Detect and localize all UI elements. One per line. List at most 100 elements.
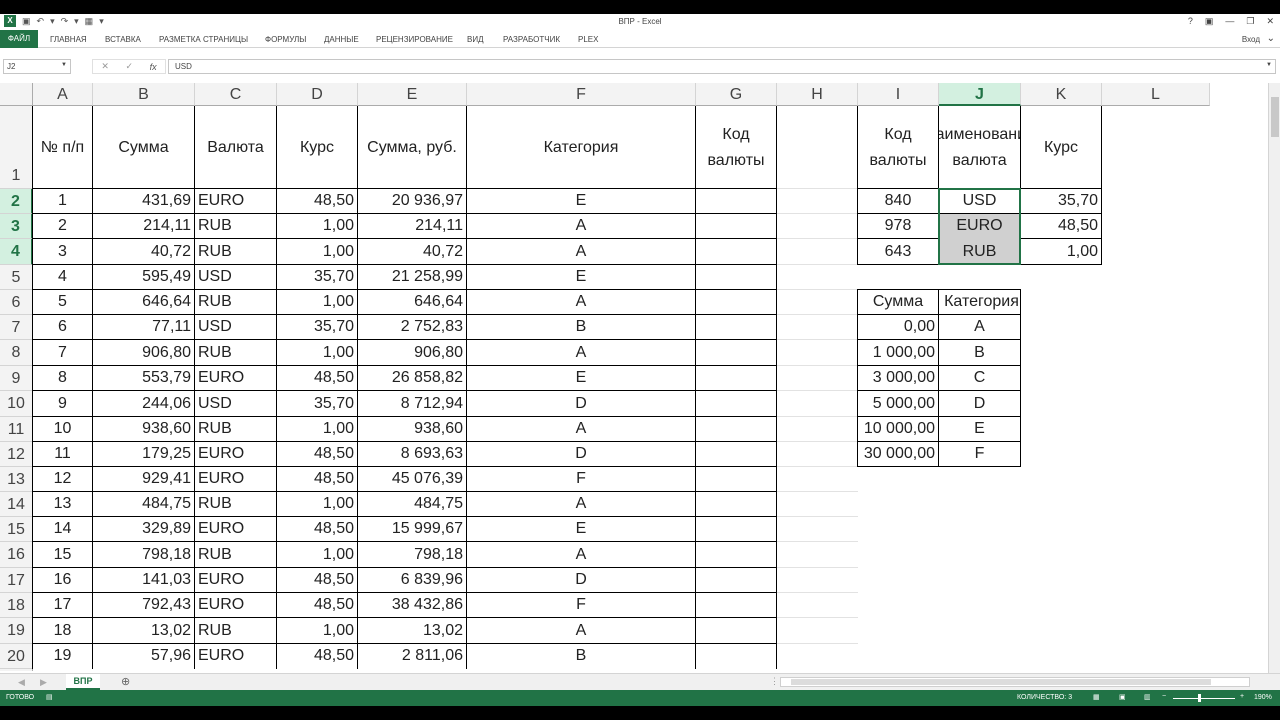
category-cell[interactable]: 30 000,00 (858, 442, 938, 467)
main-cell[interactable]: E (467, 517, 695, 542)
spreadsheet-grid[interactable]: A B C D E F G H I J K L 1 2 3 4 5 6 7 8 9 10 11 12 13 14 15 16 17 18 1… (0, 83, 1268, 671)
select-all-corner[interactable] (0, 83, 33, 106)
main-cell[interactable]: 16 (33, 568, 92, 593)
main-cell[interactable]: 6 839,96 (358, 568, 466, 593)
currency-cell[interactable]: 840 (858, 189, 938, 214)
row-header-13[interactable]: 13 (0, 467, 33, 492)
category-cell[interactable]: B (939, 340, 1020, 366)
currency-cell[interactable]: 35,70 (1021, 189, 1101, 214)
column-header-g[interactable]: G (696, 83, 777, 106)
main-cell[interactable]: 45 076,39 (358, 467, 466, 492)
main-cell[interactable]: 1,00 (277, 239, 357, 265)
row-header-19[interactable]: 19 (0, 618, 33, 644)
main-cell[interactable]: 214,11 (93, 214, 194, 239)
main-cell[interactable]: EURO (195, 366, 276, 391)
main-cell[interactable]: RUB (195, 417, 276, 442)
row-header-3[interactable]: 3 (0, 214, 33, 239)
row-header-11[interactable]: 11 (0, 417, 33, 442)
main-cell[interactable]: 12 (33, 467, 92, 492)
currency-header-2[interactable]: Наименование валюта (939, 106, 1020, 189)
main-cell[interactable]: 14 (33, 517, 92, 542)
new-sheet-icon[interactable]: ⊕ (121, 675, 130, 688)
main-cell[interactable]: 906,80 (93, 340, 194, 366)
main-cell[interactable]: 646,64 (358, 290, 466, 315)
column-header-j[interactable]: J (939, 83, 1021, 106)
currency-header-3[interactable]: Курс (1021, 106, 1101, 189)
main-cell[interactable]: 11 432,24 (358, 669, 466, 671)
currency-cell[interactable]: 643 (858, 239, 938, 265)
main-cell[interactable]: 2 811,06 (358, 644, 466, 669)
row-header-21[interactable]: 21 (0, 669, 33, 671)
tab-view[interactable]: ВИД (467, 35, 484, 44)
main-cell[interactable]: D (467, 442, 695, 467)
cancel-icon[interactable]: ✕ (101, 61, 109, 72)
main-cell[interactable]: 15 (33, 542, 92, 568)
main-cell[interactable]: EURO (195, 644, 276, 669)
main-cell[interactable]: 19 (33, 644, 92, 669)
main-cell[interactable]: 48,50 (277, 189, 357, 214)
main-cell[interactable]: 792,43 (93, 593, 194, 618)
column-header-d[interactable]: D (277, 83, 358, 106)
currency-cell[interactable]: 48,50 (1021, 214, 1101, 239)
category-cell[interactable]: 1 000,00 (858, 340, 938, 366)
main-cell[interactable]: 1,00 (277, 417, 357, 442)
main-cell[interactable]: 26 858,82 (358, 366, 466, 391)
main-cell[interactable]: 13 (33, 492, 92, 517)
main-cell[interactable]: 798,18 (358, 542, 466, 568)
category-cell[interactable]: C (939, 366, 1020, 391)
main-cell[interactable]: RUB (195, 618, 276, 644)
main-cell[interactable]: 40,72 (358, 239, 466, 265)
row-header-14[interactable]: 14 (0, 492, 33, 517)
column-header-b[interactable]: B (93, 83, 195, 106)
row-header-2[interactable]: 2 (0, 189, 33, 214)
vertical-scroll-thumb[interactable] (1271, 97, 1279, 137)
main-cell[interactable]: 48,50 (277, 442, 357, 467)
main-cell[interactable]: 484,75 (358, 492, 466, 517)
main-cell[interactable]: 929,41 (93, 467, 194, 492)
row-header-12[interactable]: 12 (0, 442, 33, 467)
main-cell[interactable]: B (467, 644, 695, 669)
row-header-15[interactable]: 15 (0, 517, 33, 542)
main-cell[interactable]: 15 999,67 (358, 517, 466, 542)
main-cell[interactable]: 3 (33, 239, 92, 265)
category-cell[interactable]: A (939, 315, 1020, 340)
main-cell[interactable]: 18 (33, 618, 92, 644)
row-header-16[interactable]: 16 (0, 542, 33, 568)
horizontal-scroll-thumb[interactable] (791, 679, 1211, 685)
column-header-h[interactable]: H (777, 83, 858, 106)
main-cell[interactable]: A (467, 492, 695, 517)
currency-cell[interactable]: USD (939, 189, 1020, 214)
main-cell[interactable]: A (467, 340, 695, 366)
main-cell[interactable]: 179,25 (93, 442, 194, 467)
main-cell[interactable]: 8 693,63 (358, 442, 466, 467)
main-cell[interactable]: A (467, 239, 695, 265)
expand-formula-bar-icon[interactable]: ▼ (1266, 62, 1272, 68)
main-cell[interactable]: F (467, 467, 695, 492)
ribbon-options-icon[interactable]: ▣ (1205, 16, 1214, 27)
scroll-left-icon[interactable]: ◀ (18, 677, 25, 688)
tab-formulas[interactable]: ФОРМУЛЫ (265, 35, 306, 44)
tab-file[interactable]: ФАЙЛ (0, 30, 38, 48)
main-cell[interactable]: 553,79 (93, 366, 194, 391)
category-cell[interactable]: D (939, 391, 1020, 417)
main-cell[interactable]: EURO (195, 593, 276, 618)
main-cell[interactable]: 595,49 (93, 265, 194, 290)
minimize-icon[interactable]: — (1225, 16, 1234, 27)
main-cell[interactable]: RUB (195, 214, 276, 239)
category-header-2[interactable]: Категория (939, 290, 1024, 315)
main-cell[interactable]: 40,72 (93, 239, 194, 265)
row-header-10[interactable]: 10 (0, 391, 33, 417)
zoom-level[interactable]: 190% (1254, 694, 1272, 701)
main-cell[interactable]: 431,69 (93, 189, 194, 214)
formula-input[interactable]: USD ▼ (168, 59, 1276, 74)
row-header-20[interactable]: 20 (0, 644, 33, 669)
main-cell[interactable]: E (467, 265, 695, 290)
main-cell[interactable]: 13,02 (93, 618, 194, 644)
main-cell[interactable]: B (467, 315, 695, 340)
main-cell[interactable]: D (467, 391, 695, 417)
category-cell[interactable]: 5 000,00 (858, 391, 938, 417)
currency-cell[interactable]: RUB (939, 239, 1020, 265)
main-cell[interactable]: 938,60 (93, 417, 194, 442)
main-cell[interactable]: F (467, 669, 695, 671)
main-cell[interactable]: 4 (33, 265, 92, 290)
